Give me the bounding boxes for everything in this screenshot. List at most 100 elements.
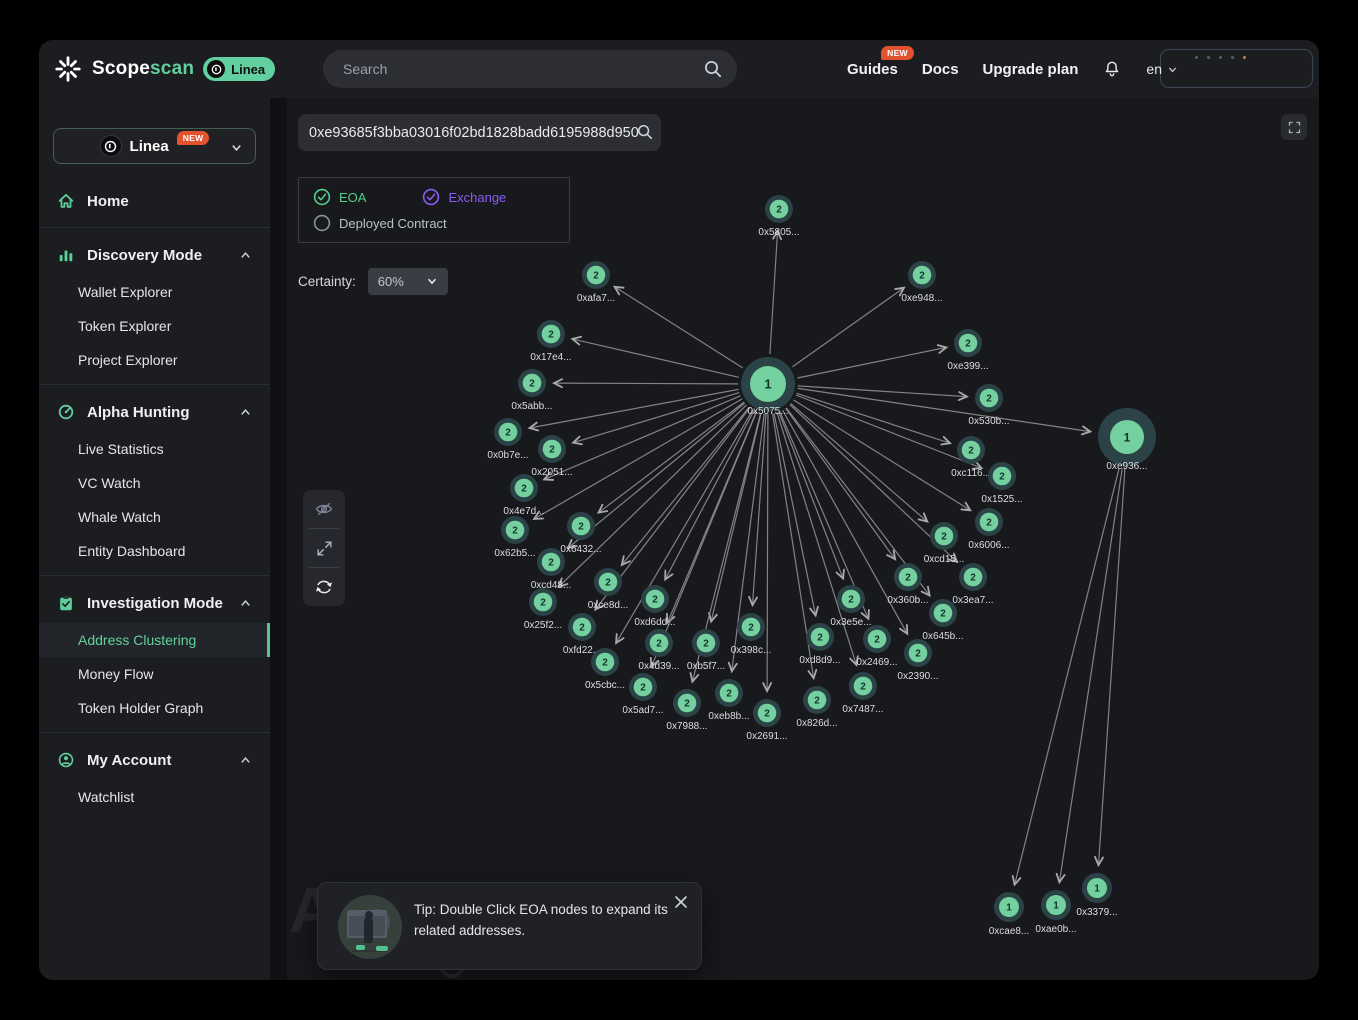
sidebar-section-investigation-mode[interactable]: Investigation Mode [39,583,270,623]
graph-node-label: 0x2469... [856,657,897,668]
svg-text:2: 2 [919,271,925,282]
graph-toolbar [303,490,345,606]
sidebar-item-token-explorer[interactable]: Token Explorer [39,309,270,343]
graph-node-label: 0x1525... [981,494,1022,505]
address-search-box [298,114,661,151]
hide-labels-button[interactable] [303,490,345,528]
sidebar-item-vc-watch[interactable]: VC Watch [39,466,270,500]
graph-node-label: 0xd6dd... [634,617,675,628]
fullscreen-button[interactable] [1281,114,1307,140]
brand[interactable]: Scopescan Linea [53,40,275,98]
sidebar-section-discovery-mode[interactable]: Discovery Mode [39,235,270,275]
graph-node-label: 0x62b5... [494,548,535,559]
graph-node-label: 0x6432... [560,544,601,555]
graph-node-label: 0xe936... [1106,461,1147,472]
svg-text:2: 2 [652,595,658,606]
sidebar-item-token-holder-graph[interactable]: Token Holder Graph [39,691,270,725]
graph-node-label: 0xafa7... [577,293,615,304]
chain-selector[interactable]: Linea NEW [53,128,256,164]
svg-text:2: 2 [817,633,823,644]
chevron-down-icon [230,141,243,154]
unchecked-circle-icon [313,214,331,232]
header-search-input[interactable] [323,61,737,77]
sidebar-item-project-explorer[interactable]: Project Explorer [39,343,270,377]
notification-bell-icon[interactable] [1102,59,1122,79]
svg-text:2: 2 [548,330,554,341]
certainty-dropdown[interactable]: 60% [368,268,448,295]
linea-logo-icon [100,135,122,157]
graph-node-label: 0xcd15... [924,554,965,565]
connect-wallet-button[interactable] [1160,49,1313,88]
graph-node-label: 0x3379... [1076,907,1117,918]
sidebar-item-address-clustering[interactable]: Address Clustering [39,623,270,657]
node-type-legend: EOA Exchange Deployed Contract [298,177,570,243]
new-badge: NEW [881,46,914,60]
address-input[interactable] [298,114,661,151]
sidebar-item-entity-dashboard[interactable]: Entity Dashboard [39,534,270,568]
sidebar-item-live-statistics[interactable]: Live Statistics [39,432,270,466]
nav-upgrade-plan[interactable]: Upgrade plan [983,61,1079,78]
checked-circle-icon [313,188,331,206]
svg-text:2: 2 [941,532,947,543]
graph-node-label: 0x4e7d... [503,506,544,517]
search-icon[interactable] [636,123,654,141]
divider [39,384,270,385]
sidebar-item-home[interactable]: Home [39,182,270,220]
svg-text:2: 2 [656,639,662,650]
graph-node[interactable]: 10x5075... [741,357,795,417]
sidebar-item-money-flow[interactable]: Money Flow [39,657,270,691]
svg-text:2: 2 [512,526,518,537]
scopescan-logo-icon [53,54,83,84]
graph-node-label: 0x2390... [897,671,938,682]
legend-deployed-contract[interactable]: Deployed Contract [313,214,447,232]
graph-node-label: 0x3e5e... [830,617,871,628]
svg-text:2: 2 [776,205,782,216]
svg-text:2: 2 [965,339,971,350]
home-icon [57,192,75,210]
graph-node-label: 0xcae8... [989,926,1030,937]
svg-text:2: 2 [814,696,820,707]
svg-text:1: 1 [1053,901,1059,912]
tip-toast: Tip: Double Click EOA nodes to expand it… [317,882,702,970]
fit-view-button[interactable] [303,529,345,567]
divider [39,575,270,576]
sidebar-item-whale-watch[interactable]: Whale Watch [39,500,270,534]
graph-node-label: 0x6006... [968,540,1009,551]
graph-node-label: 0xb5f7... [687,661,725,672]
graph-node-label: 0x0b7e... [487,450,528,461]
svg-text:2: 2 [602,658,608,669]
svg-text:2: 2 [986,394,992,405]
graph-node-label: 0xae0b... [1035,924,1076,935]
graph-node-label: 0x4d39... [638,661,679,672]
legend-eoa[interactable]: EOA [313,188,366,206]
new-badge: NEW [177,131,210,145]
sidebar-section-alpha-hunting[interactable]: Alpha Hunting [39,392,270,432]
legend-exchange[interactable]: Exchange [422,188,506,206]
header-search[interactable] [323,50,737,88]
refresh-icon [314,577,334,597]
chevron-up-icon [239,597,252,610]
graph-node-label: 0x645b... [922,631,963,642]
header-nav: Guides NEW Docs Upgrade plan en [847,40,1178,98]
svg-text:2: 2 [684,699,690,710]
app-window: A C 10x5075...10xe936...20x5805...20xafa… [39,40,1319,980]
nav-docs[interactable]: Docs [922,61,959,78]
close-icon[interactable] [674,895,688,909]
sidebar-item-watchlist[interactable]: Watchlist [39,780,270,814]
refresh-button[interactable] [303,568,345,606]
certainty-label: Certainty: [298,274,356,289]
graph-node-label: 0x398c... [731,645,772,656]
sidebar-section-my-account[interactable]: My Account [39,740,270,780]
svg-text:2: 2 [940,609,946,620]
graph-node[interactable]: 1 0xe936... [1098,408,1156,472]
svg-text:1: 1 [1124,430,1131,444]
svg-text:2: 2 [986,518,992,529]
svg-text:1: 1 [764,377,771,392]
sidebar-item-wallet-explorer[interactable]: Wallet Explorer [39,275,270,309]
language-selector[interactable]: en [1146,61,1178,77]
chevron-up-icon [239,754,252,767]
certainty-control: Certainty: 60% [298,267,448,295]
svg-text:2: 2 [874,635,880,646]
nav-guides[interactable]: Guides NEW [847,61,898,78]
svg-text:2: 2 [640,683,646,694]
